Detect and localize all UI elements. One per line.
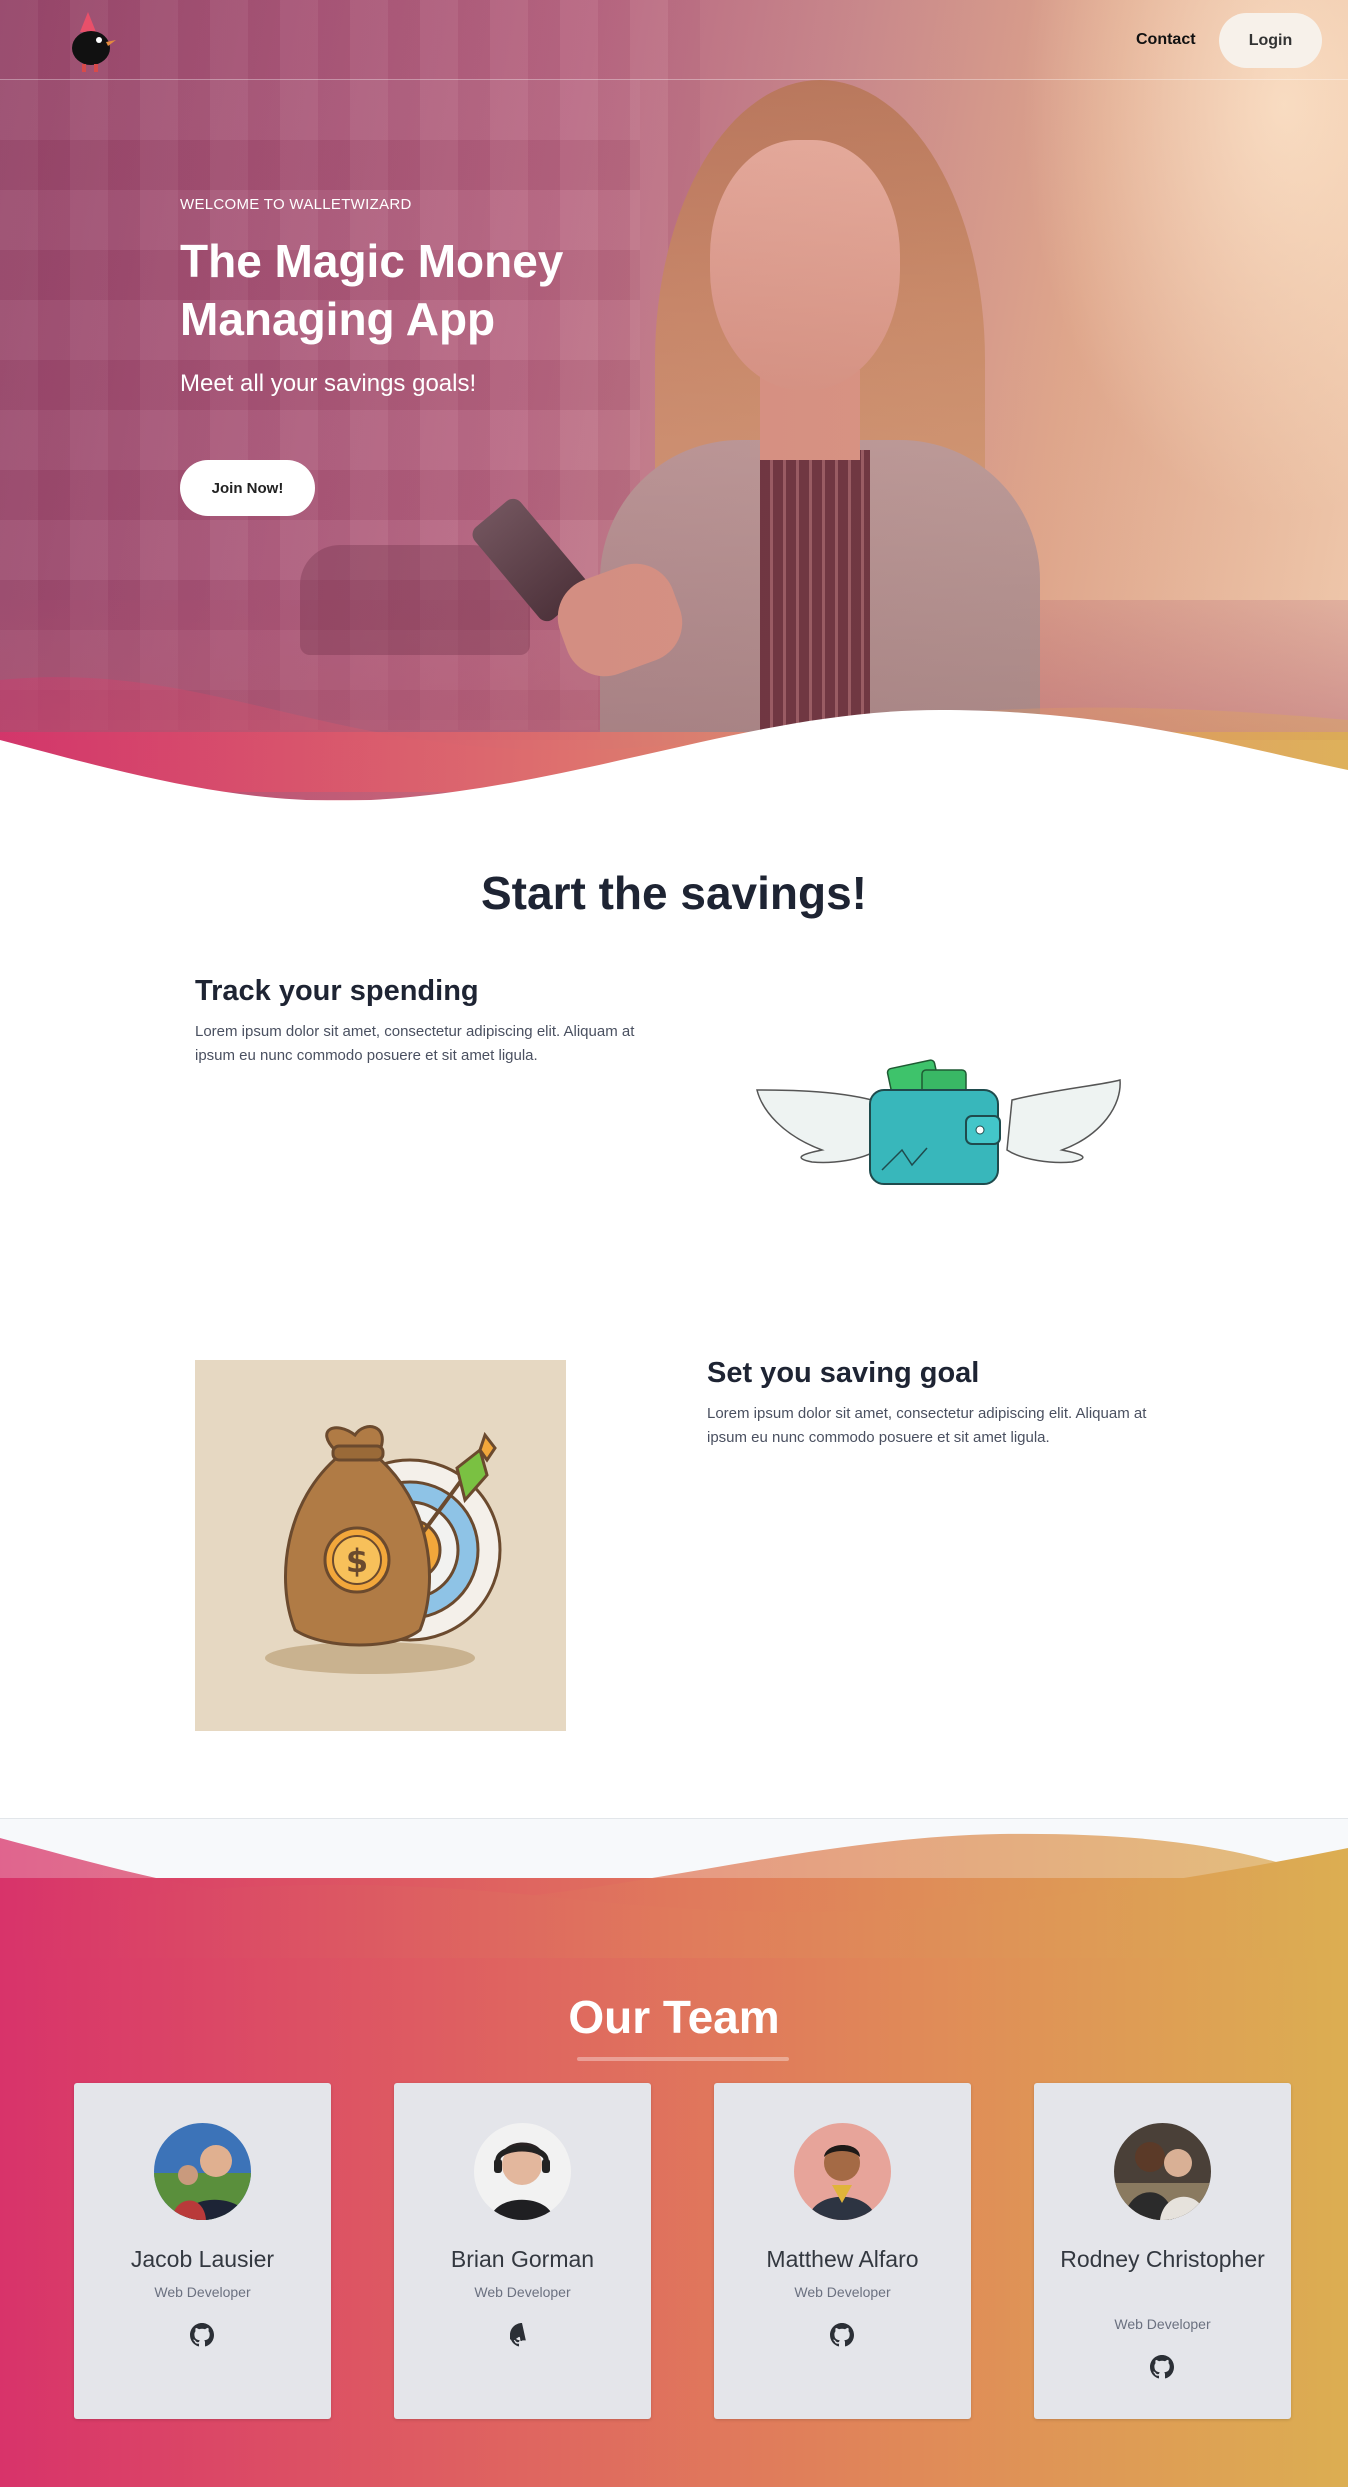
feature-text-goal: Lorem ipsum dolor sit amet, consectetur … (707, 1405, 1147, 1446)
member-role: Web Developer (154, 2284, 251, 2300)
member-role: Web Developer (794, 2284, 891, 2300)
wizard-logo-icon (72, 12, 116, 72)
avatar (1114, 2123, 1211, 2220)
github-icon[interactable] (830, 2323, 854, 2347)
hero-subtitle: Meet all your savings goals! (180, 370, 477, 397)
brand-logo[interactable] (66, 10, 116, 72)
team-card-rodney: Rodney Christopher Web Developer (1034, 2083, 1291, 2419)
member-name: Matthew Alfaro (766, 2246, 919, 2272)
savings-section-title: Start the savings! (481, 867, 867, 919)
top-navbar: Contact Login (0, 0, 1348, 80)
avatar (474, 2123, 571, 2220)
github-icon[interactable] (510, 2323, 534, 2347)
member-name: Brian Gorman (450, 2246, 595, 2272)
feature-title-goal: Set you saving goal (707, 1357, 980, 1389)
member-name: Jacob Lausier (130, 2246, 275, 2272)
avatar (154, 2123, 251, 2220)
team-section-title: Our Team (568, 1991, 780, 2043)
money-bag-target-illustration: $ (195, 1360, 566, 1731)
team-wave-divider (0, 1833, 1348, 1958)
team-card-jacob: Jacob Lausier Web Developer (74, 2083, 331, 2419)
hero-kicker: WELCOME TO WALLETWIZARD (180, 196, 412, 213)
join-now-button[interactable]: Join Now! (180, 460, 315, 516)
team-card-matthew: Matthew Alfaro Web Developer (714, 2083, 971, 2419)
member-role: Web Developer (1114, 2316, 1211, 2332)
github-icon[interactable] (190, 2323, 214, 2347)
hero-title: The Magic Money Managing App (180, 235, 564, 345)
flying-wallet-illustration (756, 1059, 1121, 1185)
svg-text:$: $ (346, 1542, 368, 1580)
github-icon[interactable] (1150, 2355, 1174, 2379)
nav-contact-link[interactable]: Contact (1136, 31, 1196, 49)
feature-text-track: Lorem ipsum dolor sit amet, consectetur … (195, 1023, 635, 1064)
login-button[interactable]: Login (1219, 13, 1322, 68)
feature-title-track: Track your spending (195, 975, 479, 1007)
hero-wave-divider (0, 677, 1348, 820)
avatar (794, 2123, 891, 2220)
member-role: Web Developer (474, 2284, 571, 2300)
team-title-underline (577, 2057, 789, 2061)
team-card-brian: Brian Gorman Web Developer (394, 2083, 651, 2419)
member-name: Rodney Christopher (1060, 2246, 1265, 2272)
